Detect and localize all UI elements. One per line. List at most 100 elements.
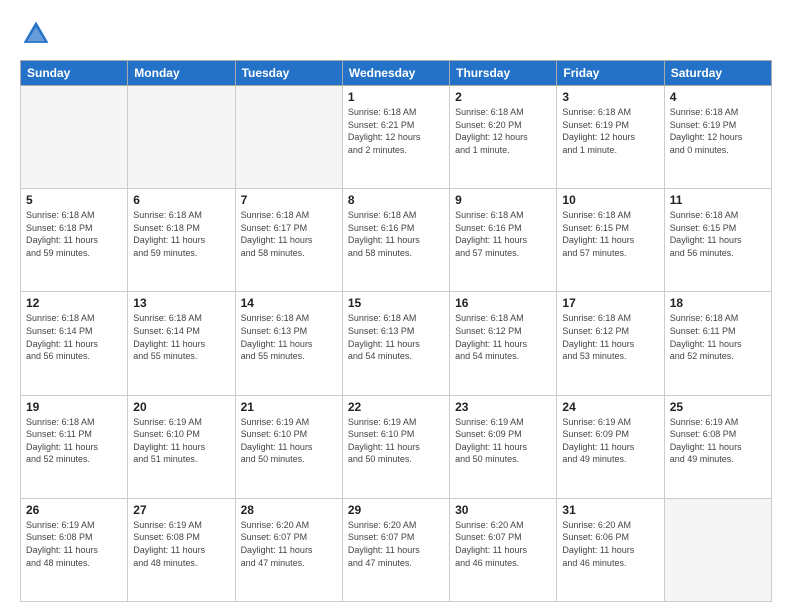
- calendar-cell: 3 Sunrise: 6:18 AMSunset: 6:19 PMDaylight…: [557, 86, 664, 189]
- day-number: 13: [133, 296, 229, 310]
- day-number: 25: [670, 400, 766, 414]
- day-number: 14: [241, 296, 337, 310]
- day-info: Sunrise: 6:18 AMSunset: 6:19 PMDaylight:…: [562, 106, 658, 156]
- weekday-header-row: SundayMondayTuesdayWednesdayThursdayFrid…: [21, 61, 772, 86]
- day-info: Sunrise: 6:19 AMSunset: 6:10 PMDaylight:…: [133, 416, 229, 466]
- day-info: Sunrise: 6:18 AMSunset: 6:19 PMDaylight:…: [670, 106, 766, 156]
- day-info: Sunrise: 6:18 AMSunset: 6:14 PMDaylight:…: [26, 312, 122, 362]
- day-info: Sunrise: 6:18 AMSunset: 6:13 PMDaylight:…: [348, 312, 444, 362]
- day-info: Sunrise: 6:18 AMSunset: 6:20 PMDaylight:…: [455, 106, 551, 156]
- calendar-cell: 5 Sunrise: 6:18 AMSunset: 6:18 PMDaylight…: [21, 189, 128, 292]
- calendar-week-row: 1Sunrise: 6:18 AMSunset: 6:21 PMDaylight…: [21, 86, 772, 189]
- day-number: 28: [241, 503, 337, 517]
- weekday-header-friday: Friday: [557, 61, 664, 86]
- day-info: Sunrise: 6:18 AMSunset: 6:17 PMDaylight:…: [241, 209, 337, 259]
- day-number: 3: [562, 90, 658, 104]
- day-number: 6: [133, 193, 229, 207]
- weekday-header-sunday: Sunday: [21, 61, 128, 86]
- day-number: 26: [26, 503, 122, 517]
- day-info: Sunrise: 6:19 AMSunset: 6:10 PMDaylight:…: [348, 416, 444, 466]
- day-number: 23: [455, 400, 551, 414]
- day-info: Sunrise: 6:19 AMSunset: 6:08 PMDaylight:…: [133, 519, 229, 569]
- day-number: 17: [562, 296, 658, 310]
- day-info: Sunrise: 6:19 AMSunset: 6:09 PMDaylight:…: [455, 416, 551, 466]
- calendar-cell: [664, 498, 771, 601]
- day-info: Sunrise: 6:18 AMSunset: 6:18 PMDaylight:…: [26, 209, 122, 259]
- day-number: 20: [133, 400, 229, 414]
- day-info: Sunrise: 6:18 AMSunset: 6:18 PMDaylight:…: [133, 209, 229, 259]
- calendar-cell: 7 Sunrise: 6:18 AMSunset: 6:17 PMDaylight…: [235, 189, 342, 292]
- calendar-cell: [235, 86, 342, 189]
- calendar-cell: 25 Sunrise: 6:19 AMSunset: 6:08 PMDayligh…: [664, 395, 771, 498]
- calendar-week-row: 19Sunrise: 6:18 AMSunset: 6:11 PMDayligh…: [21, 395, 772, 498]
- header: [20, 18, 772, 50]
- day-number: 22: [348, 400, 444, 414]
- day-info: Sunrise: 6:18 AMSunset: 6:13 PMDaylight:…: [241, 312, 337, 362]
- calendar-cell: 10Sunrise: 6:18 AMSunset: 6:15 PMDayligh…: [557, 189, 664, 292]
- day-number: 19: [26, 400, 122, 414]
- calendar-cell: 29 Sunrise: 6:20 AMSunset: 6:07 PMDayligh…: [342, 498, 449, 601]
- calendar-cell: 31 Sunrise: 6:20 AMSunset: 6:06 PMDayligh…: [557, 498, 664, 601]
- calendar-cell: 11 Sunrise: 6:18 AMSunset: 6:15 PMDayligh…: [664, 189, 771, 292]
- calendar-cell: 30 Sunrise: 6:20 AMSunset: 6:07 PMDayligh…: [450, 498, 557, 601]
- day-info: Sunrise: 6:18 AMSunset: 6:12 PMDaylight:…: [562, 312, 658, 362]
- calendar-cell: 16Sunrise: 6:18 AMSunset: 6:12 PMDayligh…: [450, 292, 557, 395]
- day-info: Sunrise: 6:19 AMSunset: 6:10 PMDaylight:…: [241, 416, 337, 466]
- day-number: 21: [241, 400, 337, 414]
- calendar-cell: 14 Sunrise: 6:18 AMSunset: 6:13 PMDayligh…: [235, 292, 342, 395]
- calendar-cell: 12 Sunrise: 6:18 AMSunset: 6:14 PMDayligh…: [21, 292, 128, 395]
- calendar-cell: 23 Sunrise: 6:19 AMSunset: 6:09 PMDayligh…: [450, 395, 557, 498]
- day-info: Sunrise: 6:20 AMSunset: 6:07 PMDaylight:…: [348, 519, 444, 569]
- day-info: Sunrise: 6:18 AMSunset: 6:11 PMDaylight:…: [670, 312, 766, 362]
- calendar-table: SundayMondayTuesdayWednesdayThursdayFrid…: [20, 60, 772, 602]
- calendar-cell: 6 Sunrise: 6:18 AMSunset: 6:18 PMDaylight…: [128, 189, 235, 292]
- calendar-cell: [21, 86, 128, 189]
- calendar-cell: 4Sunrise: 6:18 AMSunset: 6:19 PMDaylight…: [664, 86, 771, 189]
- day-info: Sunrise: 6:20 AMSunset: 6:07 PMDaylight:…: [241, 519, 337, 569]
- day-number: 11: [670, 193, 766, 207]
- day-number: 27: [133, 503, 229, 517]
- weekday-header-saturday: Saturday: [664, 61, 771, 86]
- weekday-header-thursday: Thursday: [450, 61, 557, 86]
- weekday-header-tuesday: Tuesday: [235, 61, 342, 86]
- calendar-cell: 26 Sunrise: 6:19 AMSunset: 6:08 PMDayligh…: [21, 498, 128, 601]
- calendar-cell: 21 Sunrise: 6:19 AMSunset: 6:10 PMDayligh…: [235, 395, 342, 498]
- day-number: 30: [455, 503, 551, 517]
- calendar-cell: 2Sunrise: 6:18 AMSunset: 6:20 PMDaylight…: [450, 86, 557, 189]
- calendar-cell: 8Sunrise: 6:18 AMSunset: 6:16 PMDaylight…: [342, 189, 449, 292]
- day-number: 29: [348, 503, 444, 517]
- day-info: Sunrise: 6:20 AMSunset: 6:07 PMDaylight:…: [455, 519, 551, 569]
- day-info: Sunrise: 6:19 AMSunset: 6:08 PMDaylight:…: [670, 416, 766, 466]
- calendar-cell: 22 Sunrise: 6:19 AMSunset: 6:10 PMDayligh…: [342, 395, 449, 498]
- calendar-cell: 9Sunrise: 6:18 AMSunset: 6:16 PMDaylight…: [450, 189, 557, 292]
- day-info: Sunrise: 6:18 AMSunset: 6:16 PMDaylight:…: [348, 209, 444, 259]
- calendar-cell: 15 Sunrise: 6:18 AMSunset: 6:13 PMDayligh…: [342, 292, 449, 395]
- calendar-cell: 18Sunrise: 6:18 AMSunset: 6:11 PMDayligh…: [664, 292, 771, 395]
- calendar-cell: [128, 86, 235, 189]
- day-info: Sunrise: 6:18 AMSunset: 6:14 PMDaylight:…: [133, 312, 229, 362]
- day-number: 12: [26, 296, 122, 310]
- day-info: Sunrise: 6:19 AMSunset: 6:08 PMDaylight:…: [26, 519, 122, 569]
- logo: [20, 18, 56, 50]
- day-number: 31: [562, 503, 658, 517]
- calendar-cell: 27 Sunrise: 6:19 AMSunset: 6:08 PMDayligh…: [128, 498, 235, 601]
- day-number: 5: [26, 193, 122, 207]
- calendar-week-row: 12 Sunrise: 6:18 AMSunset: 6:14 PMDayligh…: [21, 292, 772, 395]
- day-info: Sunrise: 6:18 AMSunset: 6:12 PMDaylight:…: [455, 312, 551, 362]
- day-number: 7: [241, 193, 337, 207]
- day-number: 15: [348, 296, 444, 310]
- calendar-week-row: 5 Sunrise: 6:18 AMSunset: 6:18 PMDaylight…: [21, 189, 772, 292]
- day-info: Sunrise: 6:19 AMSunset: 6:09 PMDaylight:…: [562, 416, 658, 466]
- calendar-cell: 24Sunrise: 6:19 AMSunset: 6:09 PMDayligh…: [557, 395, 664, 498]
- day-info: Sunrise: 6:18 AMSunset: 6:21 PMDaylight:…: [348, 106, 444, 156]
- day-info: Sunrise: 6:20 AMSunset: 6:06 PMDaylight:…: [562, 519, 658, 569]
- day-info: Sunrise: 6:18 AMSunset: 6:15 PMDaylight:…: [670, 209, 766, 259]
- weekday-header-wednesday: Wednesday: [342, 61, 449, 86]
- calendar-cell: 17 Sunrise: 6:18 AMSunset: 6:12 PMDayligh…: [557, 292, 664, 395]
- calendar-cell: 20 Sunrise: 6:19 AMSunset: 6:10 PMDayligh…: [128, 395, 235, 498]
- page: SundayMondayTuesdayWednesdayThursdayFrid…: [0, 0, 792, 612]
- day-number: 10: [562, 193, 658, 207]
- day-number: 9: [455, 193, 551, 207]
- calendar-cell: 1Sunrise: 6:18 AMSunset: 6:21 PMDaylight…: [342, 86, 449, 189]
- calendar-cell: 28 Sunrise: 6:20 AMSunset: 6:07 PMDayligh…: [235, 498, 342, 601]
